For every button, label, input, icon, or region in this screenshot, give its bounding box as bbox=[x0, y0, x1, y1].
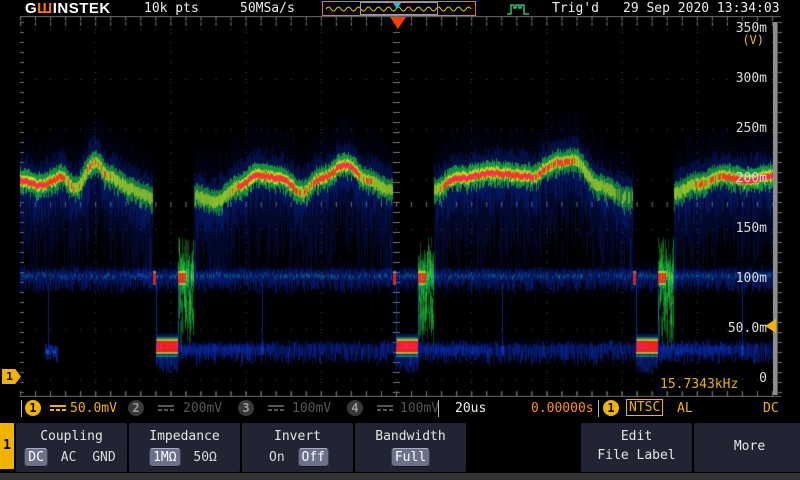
logo-suffix: INSTEK bbox=[53, 0, 111, 17]
coupling-option-gnd[interactable]: GND bbox=[89, 449, 118, 466]
top-bar: GШINSTEK 10k pts 50MSa/s Trig'd 29 Sep 2… bbox=[0, 0, 800, 16]
trigger-mode: AL bbox=[677, 400, 693, 418]
scale-label: 150m bbox=[707, 222, 767, 236]
scale-label: 300m bbox=[707, 72, 767, 86]
channel2-scale: 200mV bbox=[183, 400, 222, 418]
video-trigger-icon bbox=[506, 2, 532, 16]
acquisition-preview bbox=[322, 1, 476, 16]
record-length: 10k pts bbox=[144, 1, 199, 16]
menu-title: More bbox=[694, 439, 800, 454]
timebase: 20us bbox=[455, 400, 486, 418]
channel1-badge: 1 bbox=[25, 400, 41, 416]
menu-bottom-strip bbox=[0, 473, 800, 480]
trigger-status: Trig'd bbox=[552, 1, 599, 16]
scale-label: 250m bbox=[707, 122, 767, 136]
channel3-badge: 3 bbox=[238, 400, 254, 416]
menu-title: Coupling bbox=[16, 429, 127, 444]
divider bbox=[21, 400, 22, 417]
logo-prefix: G bbox=[25, 0, 37, 17]
channel1-scale: 50.0mV bbox=[70, 400, 117, 418]
soft-menu: 1 Coupling DC AC GND Impedance 1MΩ 50Ω I… bbox=[0, 421, 800, 480]
preview-trigger-icon bbox=[393, 3, 401, 9]
invert-option-off[interactable]: Off bbox=[298, 448, 329, 467]
divider bbox=[438, 400, 439, 417]
channel4-badge: 4 bbox=[347, 400, 363, 416]
channel2-badge: 2 bbox=[128, 400, 144, 416]
menu-item-edit-file-label[interactable]: Edit File Label bbox=[581, 423, 692, 472]
impedance-option-1m[interactable]: 1MΩ bbox=[149, 448, 180, 467]
menu-item-bandwidth[interactable]: Bandwidth Full bbox=[355, 423, 466, 472]
dc-coupling-icon bbox=[50, 405, 66, 413]
menu-channel-tab[interactable]: 1 bbox=[0, 423, 14, 469]
menu-title: Bandwidth bbox=[355, 429, 466, 444]
dc-coupling-icon bbox=[158, 405, 174, 413]
datetime: 29 Sep 2020 13:34:03 bbox=[623, 1, 780, 16]
trigger-position-marker bbox=[390, 17, 406, 29]
impedance-option-50[interactable]: 50Ω bbox=[190, 449, 219, 466]
scale-label: 50.0m bbox=[707, 322, 767, 336]
scale-unit: (V) bbox=[742, 33, 764, 47]
menu-title: Edit bbox=[581, 429, 692, 444]
divider bbox=[598, 400, 599, 417]
coupling-option-ac[interactable]: AC bbox=[58, 449, 80, 466]
channel4-scale: 100mV bbox=[400, 400, 439, 418]
menu-title: Invert bbox=[242, 429, 353, 444]
channel3-scale: 100mV bbox=[292, 400, 331, 418]
gwinstek-logo: GШINSTEK bbox=[25, 0, 111, 17]
trigger-type: NTSC bbox=[626, 399, 663, 417]
right-edge-bar bbox=[773, 22, 778, 395]
menu-title: Impedance bbox=[129, 429, 240, 444]
logo-mark-icon: Ш bbox=[37, 0, 53, 17]
bandwidth-option-full[interactable]: Full bbox=[391, 448, 430, 467]
menu-item-impedance[interactable]: Impedance 1MΩ 50Ω bbox=[129, 423, 240, 472]
menu-item-coupling[interactable]: Coupling DC AC GND bbox=[16, 423, 127, 472]
trigger-source-badge: 1 bbox=[603, 400, 619, 416]
horizontal-position: 0.00000s bbox=[531, 400, 594, 418]
trigger-coupling: DC bbox=[763, 400, 779, 418]
coupling-option-dc[interactable]: DC bbox=[24, 448, 48, 467]
invert-option-on[interactable]: On bbox=[266, 449, 288, 466]
scale-label: 200m bbox=[707, 172, 767, 186]
scale-label: 100m bbox=[707, 272, 767, 286]
sample-rate: 50MSa/s bbox=[240, 1, 295, 16]
dc-coupling-icon bbox=[268, 405, 284, 413]
frequency-counter: 15.7343kHz bbox=[660, 377, 738, 392]
menu-item-more[interactable]: More bbox=[694, 423, 800, 472]
status-bar: 1 50.0mV 2 200mV 3 100mV 4 100mV 20us 0.… bbox=[0, 397, 800, 421]
menu-title-line2: File Label bbox=[581, 448, 692, 463]
menu-item-invert[interactable]: Invert On Off bbox=[242, 423, 353, 472]
oscilloscope-screen: GШINSTEK 10k pts 50MSa/s Trig'd 29 Sep 2… bbox=[0, 0, 800, 480]
dc-coupling-icon bbox=[377, 405, 393, 413]
